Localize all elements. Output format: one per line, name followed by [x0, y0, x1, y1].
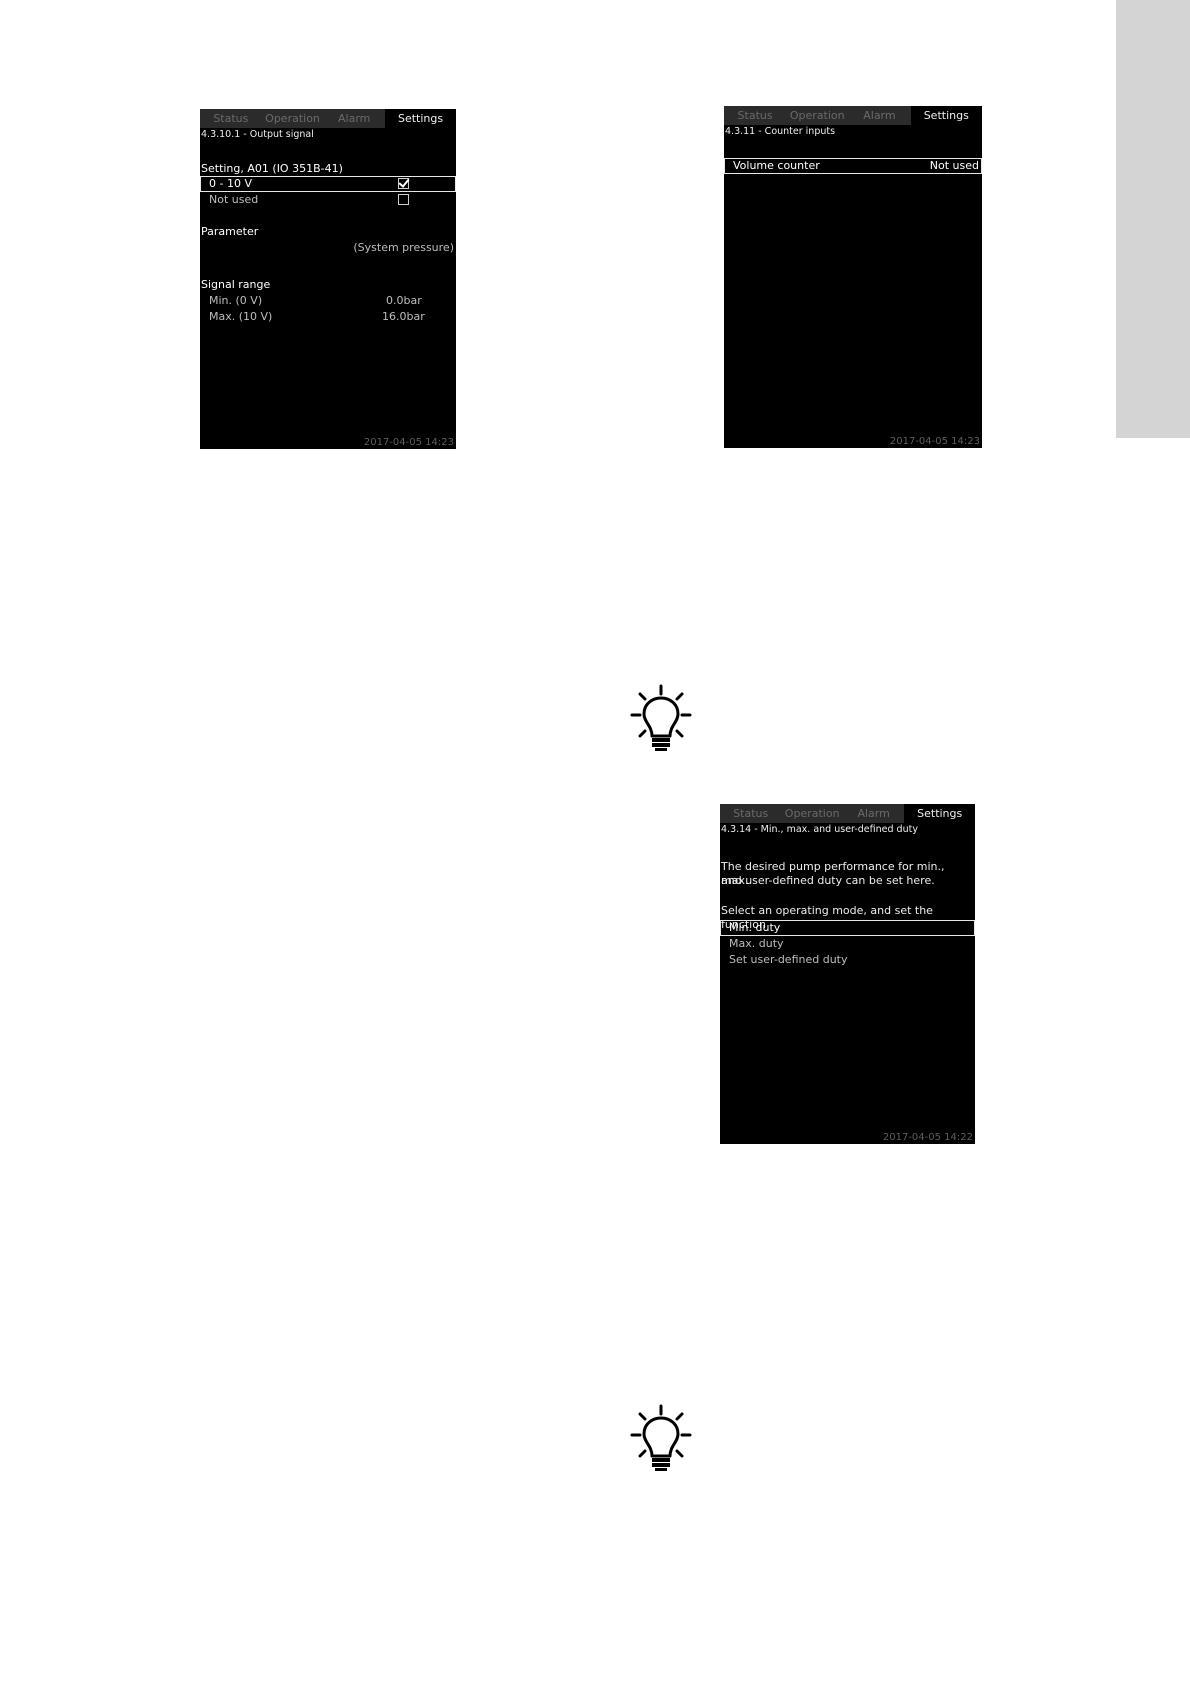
output-signal-screen: Status Operation Alarm Settings 4.3.10.1… [200, 109, 456, 449]
menu-item-label: Set user-defined duty [729, 953, 848, 966]
tab-settings[interactable]: Settings [385, 109, 456, 128]
menu-item-user-defined-duty[interactable]: Set user-defined duty [720, 952, 975, 968]
option-0-10v[interactable]: 0 - 10 V [200, 176, 456, 192]
tab-settings[interactable]: Settings [910, 106, 982, 125]
option-label: Not used [209, 193, 259, 206]
breadcrumb: 4.3.14 - Min., max. and user-defined dut… [721, 824, 918, 835]
parameter-row[interactable]: (System pressure) [200, 240, 456, 256]
menu-item-label: Min. duty [729, 921, 781, 934]
tab-operation[interactable]: Operation [262, 109, 324, 128]
tab-settings[interactable]: Settings [904, 804, 975, 823]
timestamp: 2017-04-05 14:22 [882, 1132, 973, 1143]
tab-bar: Status Operation Alarm Settings [720, 804, 975, 823]
volume-counter-label: Volume counter [733, 159, 820, 172]
range-min-label: Min. (0 V) [209, 294, 263, 307]
range-max-label: Max. (10 V) [209, 310, 273, 323]
checkbox-unchecked-icon[interactable] [398, 194, 409, 205]
counter-inputs-screen: Status Operation Alarm Settings 4.3.11 -… [724, 106, 982, 448]
volume-counter-value: Not used [929, 159, 979, 172]
tab-alarm[interactable]: Alarm [848, 106, 910, 125]
volume-counter-row[interactable]: Volume counter Not used [724, 158, 982, 174]
menu-item-label: Max. duty [729, 937, 784, 950]
tip-lightbulb-icon [630, 1404, 692, 1471]
parameter-value: (System pressure) [353, 241, 454, 254]
menu-item-min-duty[interactable]: Min. duty [720, 920, 975, 936]
option-not-used[interactable]: Not used [200, 192, 456, 208]
tab-operation[interactable]: Operation [781, 804, 842, 823]
description-line-2: and user-defined duty can be set here. [721, 874, 935, 887]
tab-alarm[interactable]: Alarm [323, 109, 385, 128]
tab-status[interactable]: Status [720, 804, 781, 823]
option-label: 0 - 10 V [209, 177, 252, 190]
setting-heading: Setting, A01 (IO 351B-41) [201, 162, 343, 175]
range-min-value: 0.0bar [386, 294, 422, 307]
tab-alarm[interactable]: Alarm [843, 804, 904, 823]
breadcrumb: 4.3.10.1 - Output signal [201, 129, 314, 140]
parameter-heading: Parameter [201, 225, 259, 238]
menu-item-max-duty[interactable]: Max. duty [720, 936, 975, 952]
range-max-row[interactable]: Max. (10 V) 16.0bar [200, 309, 456, 325]
side-margin-tab [1116, 0, 1190, 438]
checkbox-checked-icon[interactable] [398, 178, 409, 189]
breadcrumb: 4.3.11 - Counter inputs [725, 126, 836, 137]
tab-operation[interactable]: Operation [786, 106, 848, 125]
signal-range-heading: Signal range [201, 278, 271, 291]
range-max-value: 16.0bar [382, 310, 425, 323]
timestamp: 2017-04-05 14:23 [889, 436, 980, 447]
tab-bar: Status Operation Alarm Settings [200, 109, 456, 128]
tab-status[interactable]: Status [724, 106, 786, 125]
tab-bar: Status Operation Alarm Settings [724, 106, 982, 125]
timestamp: 2017-04-05 14:23 [363, 437, 454, 448]
range-min-row[interactable]: Min. (0 V) 0.0bar [200, 293, 456, 309]
duty-screen: Status Operation Alarm Settings 4.3.14 -… [720, 804, 975, 1144]
tab-status[interactable]: Status [200, 109, 262, 128]
tip-lightbulb-icon [630, 684, 692, 751]
